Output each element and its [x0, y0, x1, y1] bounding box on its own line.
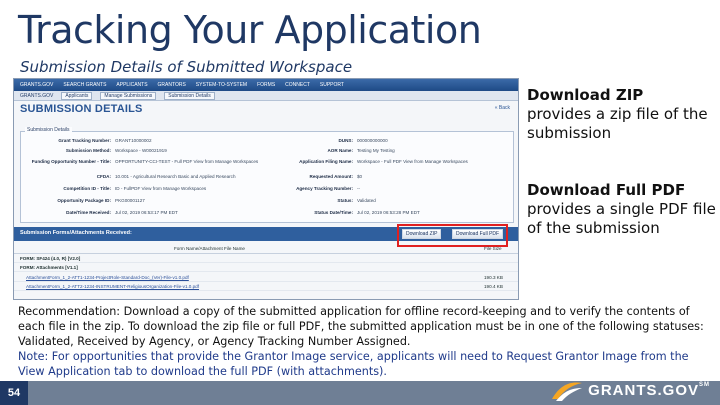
column-size-header: File Size — [484, 246, 502, 251]
breadcrumb: GRANTS.GOV Applicants Manage Submissions… — [14, 91, 518, 101]
page-header: SUBMISSION DETAILS « Back — [14, 101, 518, 117]
page-number: 54 — [0, 381, 28, 405]
breadcrumb-applicants[interactable]: Applicants — [61, 91, 93, 100]
nav-item-applicants[interactable]: APPLICANTS — [116, 82, 147, 88]
field-row: Application Filing Name: Workspace - Full… — [299, 159, 468, 164]
recommendation-note: Note: For opportunities that provide the… — [18, 350, 689, 378]
table-row: FORM: Attachments [V1.1] — [14, 264, 518, 272]
breadcrumb-manage-submissions[interactable]: Manage Submissions — [100, 91, 157, 100]
submission-details-screenshot: GRANTS.GOV SEARCH GRANTS APPLICANTS GRAN… — [13, 78, 519, 300]
download-zip-note: Download ZIP provides a zip file of the … — [527, 86, 717, 143]
field-row: Status Date/Time: Jul 02, 2019 06:53:28 P… — [314, 210, 420, 215]
field-row: Opportunity Package ID: PKG00001127 — [57, 198, 145, 203]
pdf-note-text: provides a single PDF file of the submis… — [527, 200, 716, 237]
table-row: AttachmentForm_1_2-ATT2-1234-INSTRUMENT-… — [14, 283, 518, 291]
zip-note-text: provides a zip file of the submission — [527, 105, 708, 142]
field-row: Requested Amount: $0 — [309, 174, 363, 179]
recommendation-block: Recommendation: Download a copy of the s… — [18, 304, 710, 379]
logo-text: GRANTS.GOVSM — [588, 381, 710, 399]
field-row: CFDA: 10.001 - Agricultural Research Basi… — [96, 174, 236, 179]
swoosh-icon — [552, 382, 583, 401]
nav-item-grantors[interactable]: GRANTORS — [158, 82, 186, 88]
breadcrumb-home[interactable]: GRANTS.GOV — [20, 93, 53, 99]
top-navigation: GRANTS.GOV SEARCH GRANTS APPLICANTS GRAN… — [14, 79, 518, 91]
attachment-link[interactable]: AttachmentForm_1_2-ATT1-1234-ProjectRole… — [26, 275, 189, 280]
details-panel: Submission Details Grant Tracking Number… — [20, 127, 514, 223]
breadcrumb-submission-details: Submission Details — [164, 91, 215, 100]
slide-title: Tracking Your Application — [18, 8, 482, 52]
attachment-link[interactable]: AttachmentForm_1_2-ATT2-1234-INSTRUMENT-… — [26, 284, 199, 289]
field-row: Status: Validated — [337, 198, 376, 203]
pdf-note-heading: Download Full PDF — [527, 181, 686, 199]
page-heading: SUBMISSION DETAILS — [20, 103, 143, 115]
nav-item-grants-gov[interactable]: GRANTS.GOV — [20, 82, 53, 88]
table-row: AttachmentForm_1_2-ATT1-1234-ProjectRole… — [14, 274, 518, 282]
download-buttons-highlight — [397, 224, 508, 247]
field-row: Grant Tracking Number: GRANT10000002 — [58, 138, 152, 143]
recommendation-text: Recommendation: Download a copy of the s… — [18, 305, 704, 348]
grants-gov-logo: GRANTS.GOVSM — [550, 376, 710, 404]
table-row: FORM: SF424 (4.0, R) [V2.0] — [14, 255, 518, 263]
field-row: Competition ID - Title: ID - FullPDF View… — [63, 186, 207, 191]
field-row: Date/Time Received: Jul 02, 2019 06:53:17… — [66, 210, 178, 215]
attachments-column-header: Form Name/Attachment File Name File Size — [14, 245, 518, 254]
zip-note-heading: Download ZIP — [527, 86, 644, 104]
nav-item-connect[interactable]: CONNECT — [285, 82, 310, 88]
column-name-header: Form Name/Attachment File Name — [174, 246, 245, 251]
details-title: Submission Details — [25, 127, 72, 133]
nav-item-search-grants[interactable]: SEARCH GRANTS — [63, 82, 106, 88]
download-pdf-note: Download Full PDF provides a single PDF … — [527, 181, 717, 238]
back-link[interactable]: « Back — [495, 105, 510, 111]
field-row: Agency Tracking Number: -- — [296, 186, 361, 191]
field-row: Submission Method: Workspace - W00021919 — [65, 148, 167, 153]
field-row: DUNS: 000000000000 — [338, 138, 388, 143]
slide-subtitle: Submission Details of Submitted Workspac… — [20, 58, 353, 76]
field-row: Funding Opportunity Number - Title: OPPOR… — [31, 159, 259, 164]
forms-bar-title: Submission Forms/Attachments Received: — [20, 230, 132, 236]
field-row: AOR Name: Testing My Testing — [327, 148, 395, 153]
nav-item-forms[interactable]: FORMS — [257, 82, 275, 88]
nav-item-system-to-system[interactable]: SYSTEM-TO-SYSTEM — [196, 82, 247, 88]
nav-item-support[interactable]: SUPPORT — [320, 82, 344, 88]
